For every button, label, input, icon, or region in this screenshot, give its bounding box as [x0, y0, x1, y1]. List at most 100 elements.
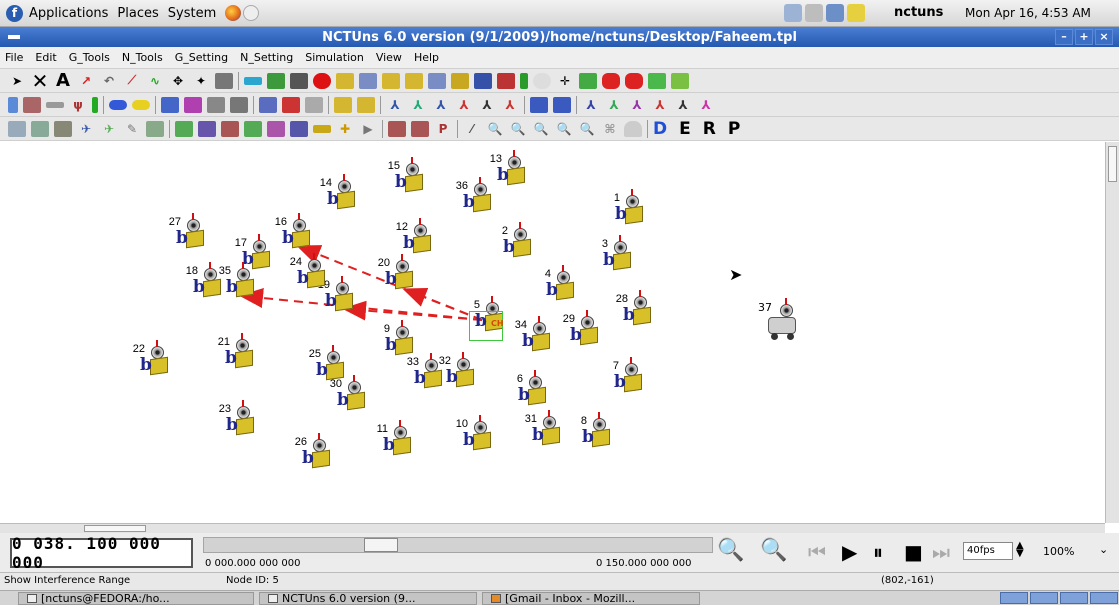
- box-blue-icon[interactable]: [161, 96, 179, 113]
- zoom-level[interactable]: 100%: [1043, 545, 1074, 558]
- column-icon[interactable]: [8, 96, 18, 113]
- fps-input[interactable]: 40fps: [963, 542, 1013, 560]
- infra-host-icon[interactable]: [428, 72, 446, 89]
- car-green-icon[interactable]: [648, 72, 666, 89]
- switch-icon[interactable]: [267, 72, 285, 89]
- task-terminal[interactable]: [nctuns@FEDORA:/ho...: [18, 591, 254, 605]
- ap-icon[interactable]: [382, 72, 400, 89]
- node-23[interactable]: 23 b: [216, 400, 256, 446]
- node-4[interactable]: 4b: [536, 265, 576, 311]
- vertical-scrollbar[interactable]: [1105, 142, 1119, 523]
- pill-blue-icon[interactable]: [109, 99, 127, 110]
- fps-spinner-icon[interactable]: ▲ ▼: [1016, 541, 1024, 559]
- menu-n-tools[interactable]: N_Tools: [122, 51, 163, 64]
- antenna-green-icon[interactable]: ⅄: [409, 97, 427, 113]
- workspace-2[interactable]: [1030, 592, 1058, 604]
- zoom-out-icon[interactable]: 🔍: [760, 538, 788, 566]
- node-10[interactable]: 10 b: [453, 415, 493, 461]
- bus-icon-5[interactable]: [267, 120, 285, 137]
- relay2-icon[interactable]: [357, 96, 375, 113]
- box-purple-icon[interactable]: [184, 96, 202, 113]
- pointer-tool-icon[interactable]: ➤: [8, 73, 26, 89]
- junction-icon[interactable]: ✚: [336, 121, 354, 137]
- ss-green-icon[interactable]: ⅄: [605, 97, 623, 113]
- menu-view[interactable]: View: [376, 51, 402, 64]
- node-30[interactable]: 30 b: [327, 375, 367, 421]
- node-26[interactable]: 26 b: [292, 433, 332, 479]
- server-icon[interactable]: [31, 120, 49, 137]
- curve-tool-icon[interactable]: ∿: [146, 73, 164, 89]
- pk-icon[interactable]: P: [434, 121, 452, 137]
- text-tool-icon[interactable]: A: [54, 70, 72, 91]
- workspace-4[interactable]: [1090, 592, 1118, 604]
- volume-icon[interactable]: [805, 4, 823, 22]
- bus-icon-3[interactable]: [221, 120, 239, 137]
- building-icon[interactable]: [54, 120, 72, 137]
- bus-icon-2[interactable]: [198, 120, 216, 137]
- tree-icon[interactable]: ψ: [69, 97, 87, 113]
- menu-edit[interactable]: Edit: [35, 51, 56, 64]
- node-11[interactable]: 11 b: [373, 420, 413, 466]
- pill-yellow-icon[interactable]: [132, 99, 150, 110]
- network-icon[interactable]: [784, 4, 802, 22]
- node-14[interactable]: 14 b: [317, 174, 357, 220]
- vehicle-icon[interactable]: [579, 72, 597, 89]
- pole-icon[interactable]: [92, 96, 98, 113]
- node-15[interactable]: 15 b: [385, 157, 425, 203]
- menu-help[interactable]: Help: [414, 51, 439, 64]
- time-slider-knob[interactable]: [364, 538, 398, 552]
- rewind-icon[interactable]: ⏮: [808, 541, 826, 563]
- host-icon[interactable]: [336, 72, 354, 89]
- task-nctuns[interactable]: NCTUns 6.0 version (9...: [259, 591, 477, 605]
- panel-clock[interactable]: Mon Apr 16, 4:53 AM: [965, 6, 1091, 20]
- help-launcher-icon[interactable]: [243, 5, 260, 21]
- workspace-3[interactable]: [1060, 592, 1088, 604]
- horizontal-scrollbar[interactable]: [0, 523, 1105, 533]
- menu-g-tools[interactable]: G_Tools: [69, 51, 110, 64]
- antenna-red-icon[interactable]: ⅄: [455, 97, 473, 113]
- tower-red-icon[interactable]: [282, 96, 300, 113]
- firewall-icon[interactable]: [497, 72, 515, 89]
- bus-icon-1[interactable]: [175, 120, 193, 137]
- car-red-icon[interactable]: [602, 72, 620, 89]
- bar-icon[interactable]: [46, 101, 64, 108]
- vehicle-node-37[interactable]: 37: [756, 298, 800, 344]
- notes-icon[interactable]: [847, 4, 865, 22]
- node-7[interactable]: 7b: [604, 357, 644, 403]
- window-menu-icon[interactable]: [8, 35, 20, 39]
- node-8[interactable]: 8b: [572, 412, 612, 458]
- traffic2-icon[interactable]: [411, 120, 429, 137]
- node-36[interactable]: 36 b: [453, 177, 493, 223]
- window-titlebar[interactable]: NCTUns 6.0 version (9/1/2009)/home/nctun…: [0, 27, 1119, 47]
- tower-gray-icon[interactable]: [305, 96, 323, 113]
- node-13[interactable]: 13 b: [487, 150, 527, 196]
- adhoc-host-icon[interactable]: [405, 72, 423, 89]
- ss-dark-icon[interactable]: ⅄: [674, 97, 692, 113]
- bus-icon-6[interactable]: [290, 120, 308, 137]
- wimax2-icon[interactable]: [553, 96, 571, 113]
- applications-menu[interactable]: Applications: [29, 6, 108, 21]
- delete-tool-icon[interactable]: ✕: [31, 69, 49, 93]
- node-6[interactable]: 6b: [508, 370, 548, 416]
- node-1[interactable]: 1b: [605, 189, 645, 235]
- run-mode-button[interactable]: R: [703, 119, 716, 139]
- workspace-1[interactable]: [1000, 592, 1028, 604]
- node-29[interactable]: 29 b: [560, 310, 600, 356]
- traffic-icon[interactable]: [388, 120, 406, 137]
- grid-icon[interactable]: ⌘: [601, 121, 619, 137]
- node-21[interactable]: 21 b: [215, 333, 255, 379]
- hub-icon[interactable]: [244, 76, 262, 85]
- system-menu[interactable]: System: [168, 6, 216, 21]
- time-slider[interactable]: [203, 537, 713, 553]
- node-20[interactable]: 20 b: [375, 254, 415, 300]
- node-35[interactable]: 35 b: [216, 262, 256, 308]
- phone-icon[interactable]: [520, 72, 528, 89]
- node-5-selected[interactable]: 5 b CH: [465, 296, 505, 342]
- relay-icon[interactable]: [334, 96, 352, 113]
- node-2[interactable]: 2b: [493, 222, 533, 268]
- pause-icon[interactable]: ⏸: [873, 541, 883, 563]
- antenna-blue-icon[interactable]: ⅄: [386, 97, 404, 113]
- zoom-dropdown-icon[interactable]: ⌄: [1099, 543, 1108, 556]
- paint-tool-icon[interactable]: ✦: [192, 73, 210, 89]
- minimize-icon[interactable]: –: [1055, 29, 1073, 45]
